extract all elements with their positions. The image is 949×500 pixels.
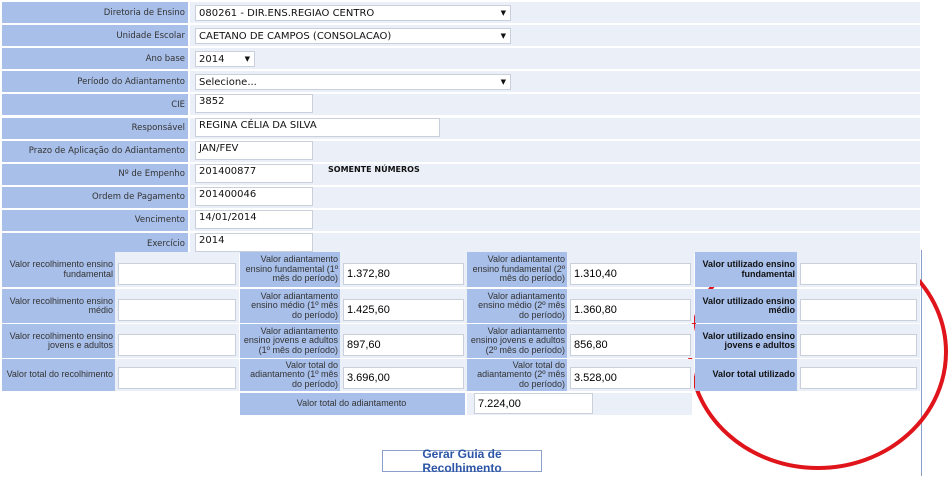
field-input[interactable]: 201400046 <box>195 186 313 206</box>
chevron-down-icon[interactable]: ▼ <box>245 55 250 63</box>
field-label: Nº de Empenho <box>2 163 188 185</box>
value-label: Valor total do recolhimento <box>2 359 115 391</box>
total-label: Valor total do adiantamento <box>240 393 465 415</box>
field-value: JAN/FEV <box>199 142 239 154</box>
field-label: Exercício <box>2 233 188 254</box>
field-value: 2014 <box>199 53 225 65</box>
field-value: REGINA CÉLIA DA SILVA <box>199 119 317 131</box>
value-label: Valor total do adiantamento (1º mês do p… <box>240 359 340 391</box>
field-select[interactable]: Selecione... ▼ <box>195 74 511 91</box>
value-input[interactable] <box>800 299 917 321</box>
field-label: Ano base <box>2 48 188 70</box>
value-input[interactable] <box>800 367 917 389</box>
field-input[interactable]: 14/01/2014 <box>195 209 313 229</box>
value-input[interactable]: 1.360,80 <box>570 299 691 321</box>
value-input[interactable]: 1.310,40 <box>570 263 691 285</box>
value-input[interactable]: 856,80 <box>570 334 691 356</box>
field-label: Vencimento <box>2 209 188 231</box>
field-input[interactable]: JAN/FEV <box>195 140 313 160</box>
value-input[interactable]: 1.425,60 <box>343 299 464 321</box>
value-input[interactable] <box>118 334 236 356</box>
field-label: Unidade Escolar <box>2 25 188 47</box>
value-input[interactable] <box>118 299 236 321</box>
field-value: 201400046 <box>199 188 257 200</box>
field-value: 2014 <box>199 235 225 246</box>
value-label: Valor adiantamento ensino jovens e adult… <box>467 324 567 358</box>
field-label: Ordem de Pagamento <box>2 186 188 208</box>
total-input[interactable]: 7.224,00 <box>474 393 593 414</box>
field-value: 201400877 <box>199 165 257 177</box>
value-label: Valor recolhimento ensino médio <box>2 289 115 323</box>
field-input[interactable]: 2014 <box>195 233 313 252</box>
value-label: Valor adiantamento ensino médio (1º mês … <box>240 289 340 323</box>
field-value: 14/01/2014 <box>199 211 257 223</box>
value-label: Valor utilizado ensino fundamental <box>695 252 797 287</box>
field-value: Selecione... <box>199 76 257 88</box>
field-cell <box>190 48 920 70</box>
field-value: 3852 <box>199 96 225 108</box>
value-input[interactable] <box>800 263 917 285</box>
value-label: Valor total do adiantamento (2º mês do p… <box>467 359 567 391</box>
value-input[interactable] <box>800 334 917 356</box>
value-label: Valor recolhimento ensino jovens e adult… <box>2 324 115 358</box>
field-input[interactable]: 201400877 <box>195 163 313 183</box>
value-input[interactable]: 3.528,00 <box>570 367 691 389</box>
value-input[interactable] <box>118 367 236 389</box>
field-label: CIE <box>2 94 188 116</box>
field-select[interactable]: 2014 ▼ <box>195 51 255 68</box>
value-label: Valor adiantamento ensino médio (2º mês … <box>467 289 567 323</box>
value-label: Valor adiantamento ensino fundamental (1… <box>240 252 340 287</box>
value-label: Valor recolhimento ensino fundamental <box>2 252 115 287</box>
field-value: 080261 - DIR.ENS.REGIAO CENTRO <box>199 7 375 19</box>
chevron-down-icon[interactable]: ▼ <box>501 32 506 40</box>
value-input[interactable]: 897,60 <box>343 334 464 356</box>
chevron-down-icon[interactable]: ▼ <box>501 9 506 17</box>
empenho-hint: SOMENTE NÚMEROS <box>328 165 420 174</box>
field-select[interactable]: 080261 - DIR.ENS.REGIAO CENTRO ▼ <box>195 5 511 21</box>
value-label: Valor utilizado ensino médio <box>695 289 797 323</box>
field-label: Período do Adiantamento <box>2 71 188 93</box>
field-input[interactable]: 3852 <box>195 94 313 114</box>
value-input[interactable]: 3.696,00 <box>343 367 464 389</box>
divider <box>921 250 922 476</box>
field-select[interactable]: CAETANO DE CAMPOS (CONSOLACAO) ▼ <box>195 28 511 45</box>
field-label: Prazo de Aplicação do Adiantamento <box>2 140 188 162</box>
value-input[interactable] <box>118 263 236 285</box>
value-label: Valor adiantamento ensino jovens e adult… <box>240 324 340 358</box>
field-label: Responsável <box>2 117 188 139</box>
chevron-down-icon[interactable]: ▼ <box>501 78 506 86</box>
value-label: Valor total utilizado <box>695 359 797 391</box>
generate-guide-button[interactable]: Gerar Guia de Recolhimento <box>382 447 542 475</box>
field-value: CAETANO DE CAMPOS (CONSOLACAO) <box>199 30 392 42</box>
field-label: Diretoria de Ensino <box>2 2 188 23</box>
field-input[interactable]: REGINA CÉLIA DA SILVA <box>195 117 440 137</box>
value-input[interactable]: 1.372,80 <box>343 263 464 285</box>
value-label: Valor adiantamento ensino fundamental (2… <box>467 252 567 287</box>
value-label: Valor utilizado ensino jovens e adultos <box>695 324 797 358</box>
